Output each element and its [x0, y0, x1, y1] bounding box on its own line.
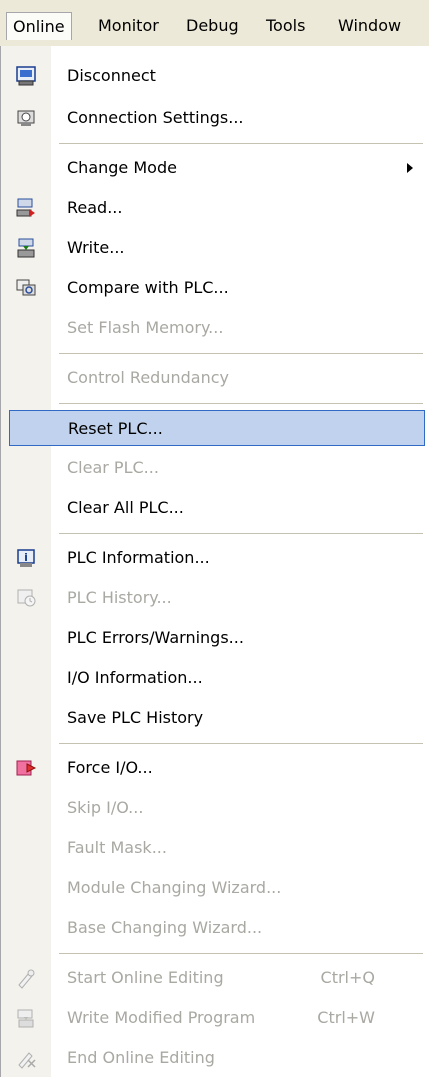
menu-item-connection-settings[interactable]: Connection Settings...	[9, 100, 425, 136]
menu-item-end-online-editing: End Online Editing	[9, 1040, 425, 1076]
menu-item-disconnect[interactable]: Disconnect	[9, 58, 425, 94]
menu-item-label: Force I/O...	[67, 758, 153, 777]
menu-item-write-modified-program: Write Modified Program Ctrl+W	[9, 1000, 425, 1036]
write-to-plc-icon	[17, 238, 35, 258]
menu-item-label: Save PLC History	[67, 708, 204, 727]
menu-item-control-redundancy: Control Redundancy	[9, 360, 425, 396]
read-from-plc-icon	[16, 198, 35, 217]
menu-item-force-io[interactable]: Force I/O...	[9, 750, 425, 786]
svg-text:i: i	[24, 551, 28, 564]
separator	[59, 143, 423, 144]
end-online-editing-icon	[18, 1052, 36, 1069]
menu-item-label: Start Online Editing	[67, 968, 224, 987]
menu-item-label: PLC Information...	[67, 548, 210, 567]
menu-item-label: Set Flash Memory...	[67, 318, 224, 337]
separator	[59, 403, 423, 404]
menu-item-clear-plc: Clear PLC...	[9, 450, 425, 486]
connection-settings-icon	[17, 110, 35, 126]
menu-item-label: Clear PLC...	[67, 458, 159, 477]
menu-item-reset-plc[interactable]: Reset PLC...	[9, 410, 425, 446]
start-online-editing-icon	[18, 969, 35, 989]
menu-item-compare-with-plc[interactable]: Compare with PLC...	[9, 270, 425, 306]
menu-tools[interactable]: Tools	[260, 12, 311, 40]
menu-item-write[interactable]: Write...	[9, 230, 425, 266]
menu-item-label: Read...	[67, 198, 123, 217]
separator	[59, 353, 423, 354]
menu-item-label: Write...	[67, 238, 125, 257]
menu-item-label: Disconnect	[67, 66, 156, 85]
menu-item-label: Connection Settings...	[67, 108, 244, 127]
menu-item-module-changing-wizard: Module Changing Wizard...	[9, 870, 425, 906]
menu-window[interactable]: Window	[332, 12, 407, 40]
write-modified-program-icon	[17, 1009, 34, 1028]
menu-item-change-mode[interactable]: Change Mode	[9, 150, 425, 186]
plc-information-icon: i	[17, 549, 35, 567]
menu-item-label: Clear All PLC...	[67, 498, 184, 517]
online-dropdown-menu: Disconnect Connection Settings... Change…	[0, 46, 429, 1077]
shortcut-label: Ctrl+Q	[320, 968, 375, 987]
menu-item-label: Compare with PLC...	[67, 278, 229, 297]
menu-item-label: Skip I/O...	[67, 798, 144, 817]
menu-item-label: I/O Information...	[67, 668, 203, 687]
menu-item-label: Reset PLC...	[68, 419, 163, 438]
menu-online[interactable]: Online	[6, 12, 72, 40]
menu-item-skip-io: Skip I/O...	[9, 790, 425, 826]
menu-item-plc-errors-warnings[interactable]: PLC Errors/Warnings...	[9, 620, 425, 656]
menu-item-plc-information[interactable]: i PLC Information...	[9, 540, 425, 576]
menu-item-label: Module Changing Wizard...	[67, 878, 282, 897]
menu-bar: Online Monitor Debug Tools Window	[0, 0, 429, 46]
submenu-arrow-icon	[407, 163, 413, 173]
menu-item-label: Fault Mask...	[67, 838, 167, 857]
menu-item-label: PLC Errors/Warnings...	[67, 628, 244, 647]
menu-item-io-information[interactable]: I/O Information...	[9, 660, 425, 696]
menu-item-label: Base Changing Wizard...	[67, 918, 263, 937]
disconnect-icon	[16, 66, 36, 86]
menu-item-fault-mask: Fault Mask...	[9, 830, 425, 866]
menu-item-read[interactable]: Read...	[9, 190, 425, 226]
menu-item-base-changing-wizard: Base Changing Wizard...	[9, 910, 425, 946]
separator	[59, 953, 423, 954]
menu-item-label: Write Modified Program	[67, 1008, 256, 1027]
menu-item-clear-all-plc[interactable]: Clear All PLC...	[9, 490, 425, 526]
compare-icon	[16, 279, 36, 296]
menu-item-plc-history: PLC History...	[9, 580, 425, 616]
menu-item-start-online-editing: Start Online Editing Ctrl+Q	[9, 960, 425, 996]
plc-history-icon	[17, 589, 36, 607]
menu-item-set-flash-memory: Set Flash Memory...	[9, 310, 425, 346]
menu-item-label: End Online Editing	[67, 1048, 215, 1067]
separator	[59, 743, 423, 744]
force-io-icon	[16, 760, 37, 776]
menu-item-label: Change Mode	[67, 158, 177, 177]
separator	[59, 533, 423, 534]
shortcut-label: Ctrl+W	[317, 1008, 375, 1027]
menu-debug[interactable]: Debug	[180, 12, 245, 40]
menu-item-label: Control Redundancy	[67, 368, 229, 387]
menu-monitor[interactable]: Monitor	[92, 12, 165, 40]
menu-item-label: PLC History...	[67, 588, 172, 607]
menu-item-save-plc-history[interactable]: Save PLC History	[9, 700, 425, 736]
